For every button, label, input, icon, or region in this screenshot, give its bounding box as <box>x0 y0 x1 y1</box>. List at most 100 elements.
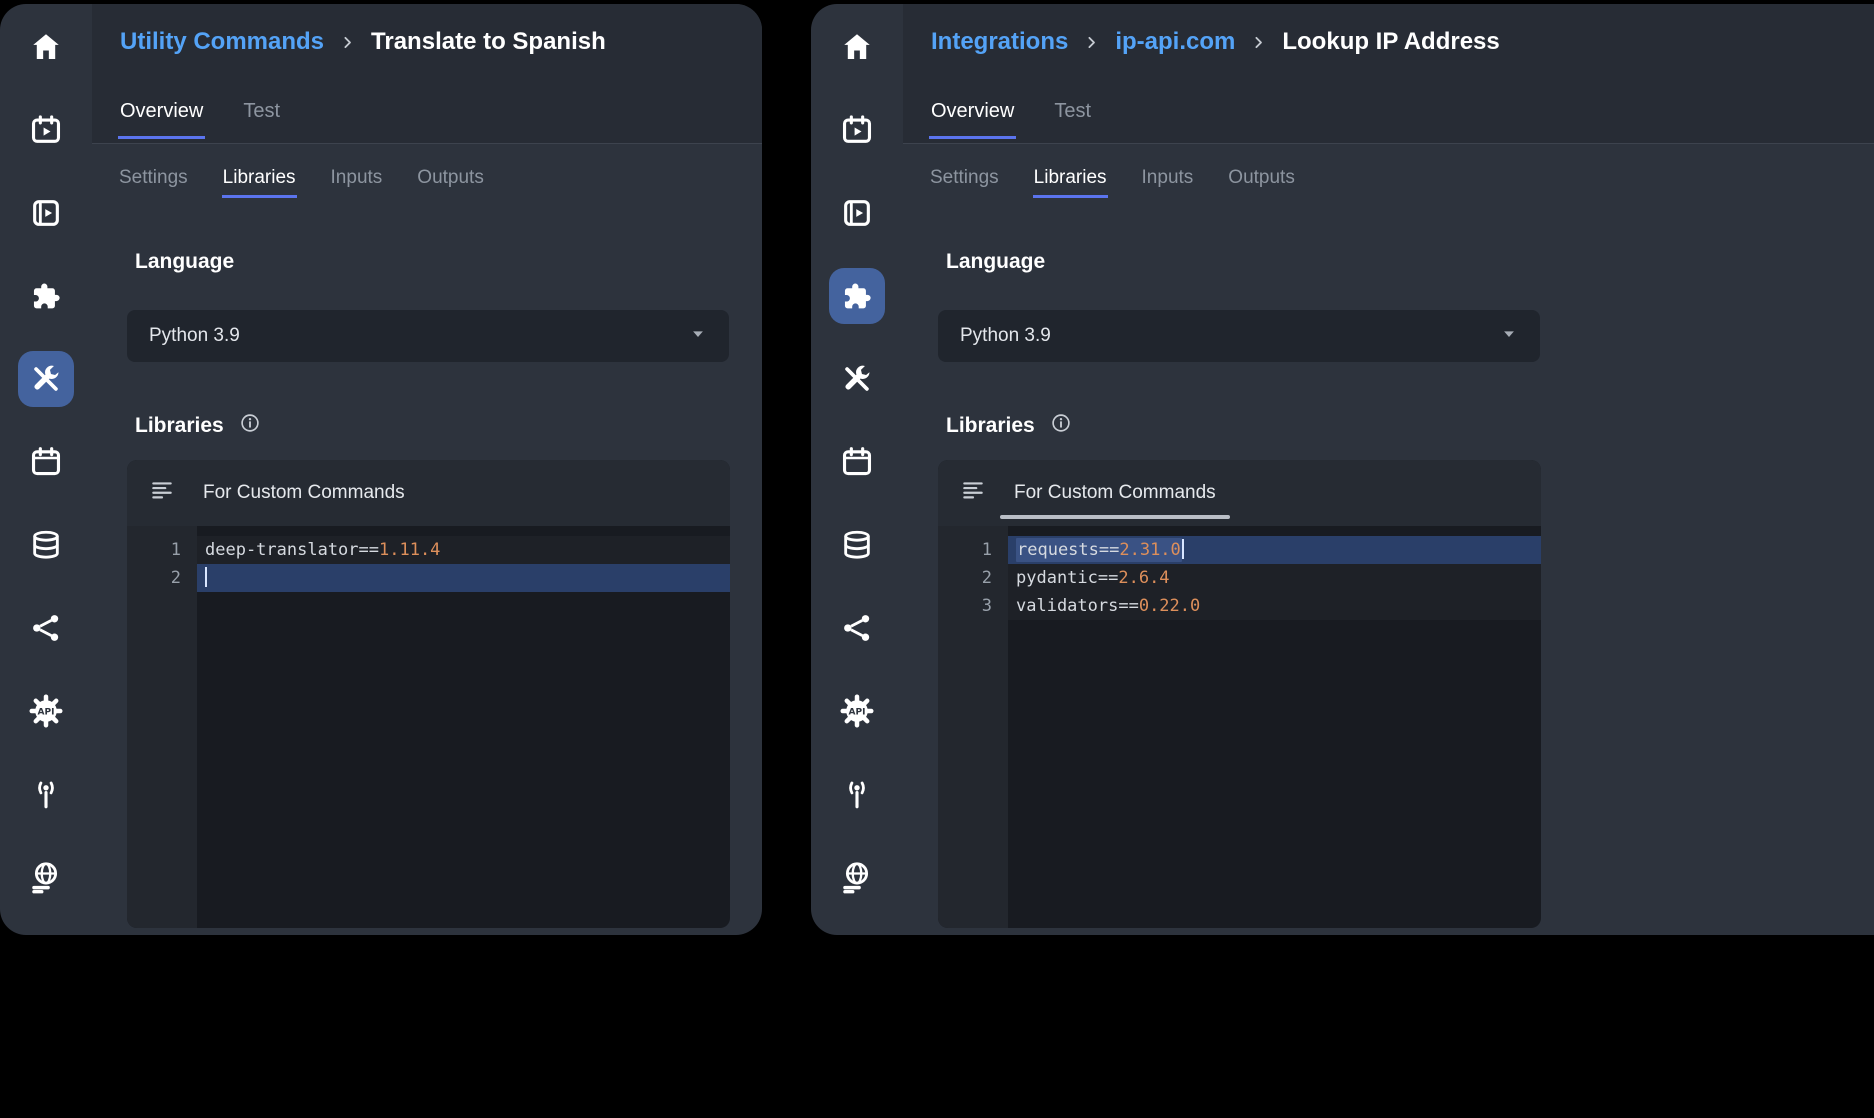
sidebar-item-database[interactable] <box>829 517 885 573</box>
sidebar-item-broadcast[interactable] <box>18 766 74 822</box>
code-line-active[interactable]: requests==2.31.0 <box>1008 536 1541 564</box>
editor-tab-custom-commands[interactable]: For Custom Commands <box>1014 482 1216 504</box>
sidebar-item-web[interactable] <box>18 849 74 905</box>
code-line[interactable]: pydantic==2.6.4 <box>1008 564 1541 592</box>
line-number: 1 <box>127 536 197 564</box>
editor-header: For Custom Commands <box>127 460 730 526</box>
share-nodes-icon <box>29 611 63 645</box>
package-version: 1.11.4 <box>379 540 440 560</box>
code-line[interactable]: validators==0.22.0 <box>1008 592 1541 620</box>
package-version: 0.22.0 <box>1139 596 1200 616</box>
sidebar: API <box>811 4 903 935</box>
package-name: validators== <box>1016 596 1139 616</box>
code-line-active[interactable] <box>197 564 730 592</box>
breadcrumb-link[interactable]: Utility Commands <box>120 28 324 56</box>
libraries-heading-row: Libraries <box>946 412 1072 439</box>
libraries-heading: Libraries <box>135 414 224 438</box>
code-editor: For Custom Commands 1 2 3 requests==2.31… <box>938 460 1541 928</box>
content-area: Integrations ip-api.com Lookup IP Addres… <box>903 4 1874 935</box>
tab-overview[interactable]: Overview <box>929 100 1016 139</box>
sidebar-item-tools[interactable] <box>829 351 885 407</box>
code-area[interactable]: 1 2 deep-translator==1.11.4 <box>127 526 730 928</box>
language-select[interactable]: Python 3.9 <box>127 310 729 362</box>
puzzle-icon <box>29 279 63 313</box>
sidebar: API <box>0 4 92 935</box>
sidebar-item-media[interactable] <box>18 185 74 241</box>
subtab-libraries[interactable]: Libraries <box>222 167 297 198</box>
subtab-libraries[interactable]: Libraries <box>1033 167 1108 198</box>
sidebar-item-calendar[interactable] <box>18 434 74 490</box>
language-heading: Language <box>946 250 1045 274</box>
libraries-heading-row: Libraries <box>135 412 261 439</box>
subtab-bar: Settings Libraries Inputs Outputs <box>118 167 485 198</box>
libraries-heading: Libraries <box>946 414 1035 438</box>
package-name: deep-translator== <box>205 540 379 560</box>
line-number: 2 <box>938 564 1008 592</box>
sidebar-item-home[interactable] <box>18 19 74 75</box>
tools-icon <box>840 362 874 396</box>
sidebar-item-modules[interactable] <box>829 268 885 324</box>
breadcrumb: Utility Commands Translate to Spanish <box>120 28 606 56</box>
tab-test[interactable]: Test <box>1052 100 1093 139</box>
subtab-outputs[interactable]: Outputs <box>1227 167 1296 198</box>
line-number-gutter: 1 2 <box>127 526 197 928</box>
sidebar-item-modules[interactable] <box>18 268 74 324</box>
event-play-icon <box>840 113 874 147</box>
home-icon <box>29 30 63 64</box>
language-selected-value: Python 3.9 <box>149 325 240 347</box>
database-icon <box>29 528 63 562</box>
sidebar-item-calendar[interactable] <box>829 434 885 490</box>
panel-left: API Utility Commands Translate to Spanis… <box>0 4 762 935</box>
subtab-settings[interactable]: Settings <box>118 167 189 198</box>
sidebar-item-web[interactable] <box>829 849 885 905</box>
editor-tab-custom-commands[interactable]: For Custom Commands <box>203 482 405 504</box>
sidebar-item-media[interactable] <box>829 185 885 241</box>
editor-header: For Custom Commands <box>938 460 1541 526</box>
tab-test[interactable]: Test <box>241 100 282 139</box>
share-nodes-icon <box>840 611 874 645</box>
language-selected-value: Python 3.9 <box>960 325 1051 347</box>
media-play-icon <box>840 196 874 230</box>
language-heading: Language <box>135 250 234 274</box>
package-version: 2.31.0 <box>1119 540 1180 560</box>
home-icon <box>840 30 874 64</box>
package-name: requests== <box>1017 540 1119 560</box>
sidebar-item-home[interactable] <box>829 19 885 75</box>
sidebar-item-tools[interactable] <box>18 351 74 407</box>
chevron-down-icon <box>689 325 707 348</box>
sidebar-item-database[interactable] <box>18 517 74 573</box>
code-lines: requests==2.31.0 pydantic==2.6.4 validat… <box>1008 526 1541 928</box>
media-play-icon <box>29 196 63 230</box>
breadcrumb-link[interactable]: Integrations <box>931 28 1068 56</box>
sidebar-item-api[interactable]: API <box>18 683 74 739</box>
sidebar-item-api[interactable]: API <box>829 683 885 739</box>
chevron-right-icon <box>1250 34 1267 51</box>
panel-right: API Integrations ip-api.com Lookup IP Ad… <box>811 4 1874 935</box>
sidebar-item-connections[interactable] <box>18 600 74 656</box>
info-icon[interactable] <box>1050 412 1072 439</box>
subtab-inputs[interactable]: Inputs <box>330 167 384 198</box>
info-icon[interactable] <box>239 412 261 439</box>
code-line[interactable]: deep-translator==1.11.4 <box>197 536 730 564</box>
sidebar-item-events[interactable] <box>18 102 74 158</box>
subtab-settings[interactable]: Settings <box>929 167 1000 198</box>
breadcrumb: Integrations ip-api.com Lookup IP Addres… <box>931 28 1500 56</box>
svg-text:API: API <box>38 707 55 717</box>
event-play-icon <box>29 113 63 147</box>
tab-bar: Overview Test <box>118 100 282 139</box>
package-version: 2.6.4 <box>1118 568 1169 588</box>
sidebar-item-broadcast[interactable] <box>829 766 885 822</box>
breadcrumb-current: Lookup IP Address <box>1282 28 1499 56</box>
globe-icon <box>840 860 874 894</box>
globe-icon <box>29 860 63 894</box>
sidebar-item-connections[interactable] <box>829 600 885 656</box>
subtab-inputs[interactable]: Inputs <box>1141 167 1195 198</box>
language-select[interactable]: Python 3.9 <box>938 310 1540 362</box>
text-cursor <box>1182 539 1184 559</box>
breadcrumb-link[interactable]: ip-api.com <box>1115 28 1235 56</box>
tab-overview[interactable]: Overview <box>118 100 205 139</box>
subtab-outputs[interactable]: Outputs <box>416 167 485 198</box>
code-area[interactable]: 1 2 3 requests==2.31.0 pydantic==2.6.4 v… <box>938 526 1541 928</box>
chevron-down-icon <box>1500 325 1518 348</box>
sidebar-item-events[interactable] <box>829 102 885 158</box>
